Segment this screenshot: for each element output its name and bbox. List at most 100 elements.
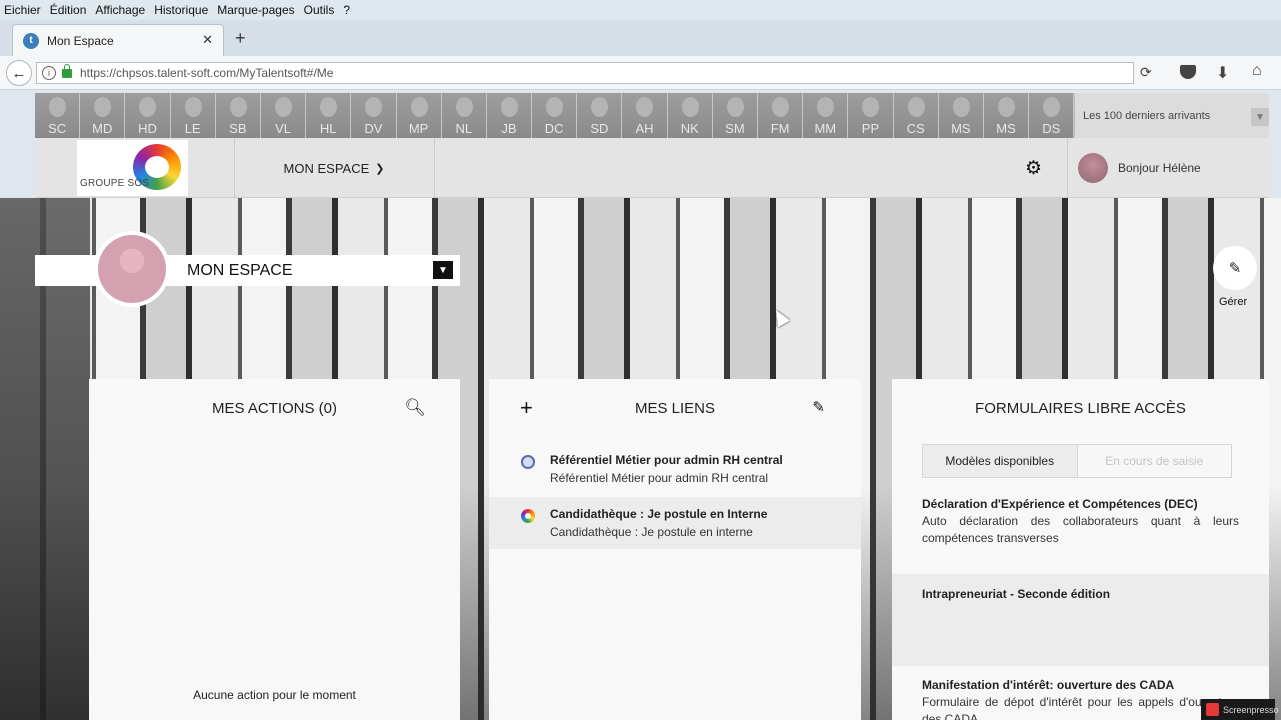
avatar[interactable]: JB — [486, 93, 533, 138]
avatar-initials: MM — [814, 121, 837, 136]
tab-modeles-disponibles[interactable]: Modèles disponibles — [923, 445, 1078, 477]
new-tab-button[interactable]: + — [235, 28, 246, 49]
avatar[interactable]: MM — [803, 93, 849, 138]
avatar-initials: SC — [48, 121, 67, 136]
avatar[interactable]: NL — [441, 93, 487, 138]
avatar[interactable]: MP — [396, 93, 442, 138]
gear-icon[interactable]: ⚙ — [1025, 157, 1042, 180]
avatar[interactable]: NK — [667, 93, 713, 138]
watermark-text: Screenpresso — [1223, 704, 1279, 715]
edit-links-button[interactable]: ✎ — [812, 398, 825, 416]
avatar-initials: PP — [861, 121, 880, 136]
avatar[interactable]: SM — [712, 93, 758, 138]
avatar-initials: FM — [770, 121, 790, 136]
back-button[interactable]: ← — [6, 60, 32, 86]
menu-outils[interactable]: Outils — [304, 3, 335, 17]
app-header: GROUPE SOS MON ESPACE ❯ ⚙ Bonjour Hélène — [35, 138, 1269, 198]
forms-tabs: Modèles disponibles En cours de saisie — [922, 444, 1232, 478]
url-bar[interactable]: i https://chpsos.talent-soft.com/MyTalen… — [36, 62, 1134, 84]
avatar[interactable]: HL — [306, 93, 352, 138]
avatar[interactable]: MS — [983, 93, 1030, 138]
tab-title: Mon Espace — [47, 33, 114, 48]
avatar[interactable]: SD — [577, 93, 623, 138]
profile-photo[interactable] — [94, 231, 170, 307]
logo-text: GROUPE SOS — [80, 178, 150, 189]
avatar[interactable]: AH — [622, 93, 668, 138]
avatar[interactable]: DV — [351, 93, 397, 138]
lock-icon — [62, 63, 72, 78]
avatar[interactable]: FM — [758, 93, 804, 138]
link-title[interactable]: Candidathèque : Je postule en Interne — [550, 507, 767, 521]
avatar[interactable]: MD — [80, 93, 126, 138]
avatar[interactable]: PP — [848, 93, 894, 138]
avatar-initials: HL — [319, 121, 337, 136]
screenpresso-watermark: Screenpresso — [1201, 699, 1279, 720]
gerer-button[interactable]: ✎ — [1213, 246, 1257, 290]
avatar-initials: NK — [680, 121, 699, 136]
avatar[interactable]: LE — [170, 93, 216, 138]
form-title[interactable]: Manifestation d'intérêt: ouverture des C… — [922, 677, 1239, 694]
globe-icon — [521, 455, 535, 469]
browser-tabbar: t Mon Espace ✕ + — [0, 20, 1281, 56]
menu-edition[interactable]: Édition — [50, 3, 87, 17]
nav-mon-espace-label: MON ESPACE — [283, 160, 370, 176]
list-item[interactable]: Candidathèque : Je postule en Interne Ca… — [489, 497, 861, 549]
menu-fichier[interactable]: Eichier — [4, 3, 41, 17]
list-item[interactable]: Intrapreneuriat - Seconde édition — [892, 574, 1269, 666]
link-subtitle: Candidathèque : Je postule en interne — [550, 525, 753, 539]
tab-en-cours-de-saisie[interactable]: En cours de saisie — [1077, 445, 1231, 477]
search-icon[interactable]: 🔍︎ — [404, 398, 426, 418]
avatar[interactable]: HD — [125, 93, 171, 138]
list-item[interactable]: Déclaration d'Expérience et Compétences … — [892, 496, 1269, 576]
espace-title: MON ESPACE — [187, 262, 293, 279]
avatar[interactable]: DS — [1029, 93, 1075, 138]
avatar-initials: NL — [455, 121, 473, 136]
info-icon[interactable]: i — [42, 66, 56, 80]
download-icon[interactable]: ⬇ — [1216, 63, 1229, 83]
avatar[interactable]: SC — [35, 93, 81, 138]
menu-affichage[interactable]: Affichage — [95, 3, 145, 17]
avatar-initials: MS — [951, 121, 971, 136]
reload-icon[interactable]: ⟳ — [1140, 64, 1162, 84]
avatar-initials: MD — [92, 121, 113, 136]
link-title[interactable]: Référentiel Métier pour admin RH central — [550, 453, 783, 467]
pocket-icon[interactable] — [1180, 65, 1196, 79]
browser-menubar: Eichier Édition Affichage Historique Mar… — [0, 0, 1281, 20]
groupe-sos-logo[interactable]: GROUPE SOS — [77, 140, 188, 196]
nav-mon-espace[interactable]: MON ESPACE ❯ — [235, 138, 433, 198]
avatar-initials: VL — [275, 121, 291, 136]
avatar-initials: MS — [996, 121, 1016, 136]
arrivals-dropdown[interactable]: Les 100 derniers arrivants ▼ — [1075, 93, 1269, 138]
list-item[interactable]: Référentiel Métier pour admin RH central… — [489, 443, 861, 495]
links-panel: + MES LIENS ✎ Référentiel Métier pour ad… — [489, 379, 861, 720]
browser-tab[interactable]: t Mon Espace ✕ — [12, 24, 224, 56]
avatar-initials: HD — [138, 121, 157, 136]
avatar[interactable]: DC — [532, 93, 578, 138]
avatar-initials: DV — [364, 121, 383, 136]
talentsoft-favicon-icon: t — [23, 32, 39, 49]
avatar-initials: SM — [725, 121, 745, 136]
avatar[interactable]: SB — [215, 93, 261, 138]
menu-aide[interactable]: ? — [343, 3, 350, 17]
avatar-strip: SC MD HD LE SB VL HL DV MP NL JB DC SD AH NK SM FM MM PP CS… — [35, 93, 1075, 138]
home-icon[interactable]: ⌂ — [1252, 62, 1262, 80]
pencil-icon: ✎ — [1228, 260, 1242, 277]
user-menu[interactable]: Bonjour Hélène — [1067, 138, 1269, 198]
avatar-initials: LE — [184, 121, 201, 136]
avatar[interactable]: CS — [893, 93, 939, 138]
avatar[interactable]: MS — [938, 93, 984, 138]
chevron-down-icon[interactable]: ▼ — [1251, 108, 1269, 126]
form-title[interactable]: Déclaration d'Expérience et Compétences … — [922, 496, 1239, 513]
close-icon[interactable]: ✕ — [202, 32, 213, 48]
menu-historique[interactable]: Historique — [154, 3, 208, 17]
arrivals-label: Les 100 derniers arrivants — [1083, 109, 1211, 122]
chevron-down-icon: ❯ — [375, 162, 385, 175]
menu-marque-pages[interactable]: Marque-pages — [217, 3, 294, 17]
avatar-initials: SD — [590, 121, 609, 136]
avatar[interactable]: VL — [260, 93, 307, 138]
divider — [434, 138, 435, 198]
url-text[interactable]: https://chpsos.talent-soft.com/MyTalents… — [80, 66, 333, 80]
form-title[interactable]: Intrapreneuriat - Seconde édition — [922, 586, 1239, 603]
caret-down-icon[interactable]: ▼ — [433, 261, 453, 279]
avatar-initials: CS — [906, 121, 925, 136]
